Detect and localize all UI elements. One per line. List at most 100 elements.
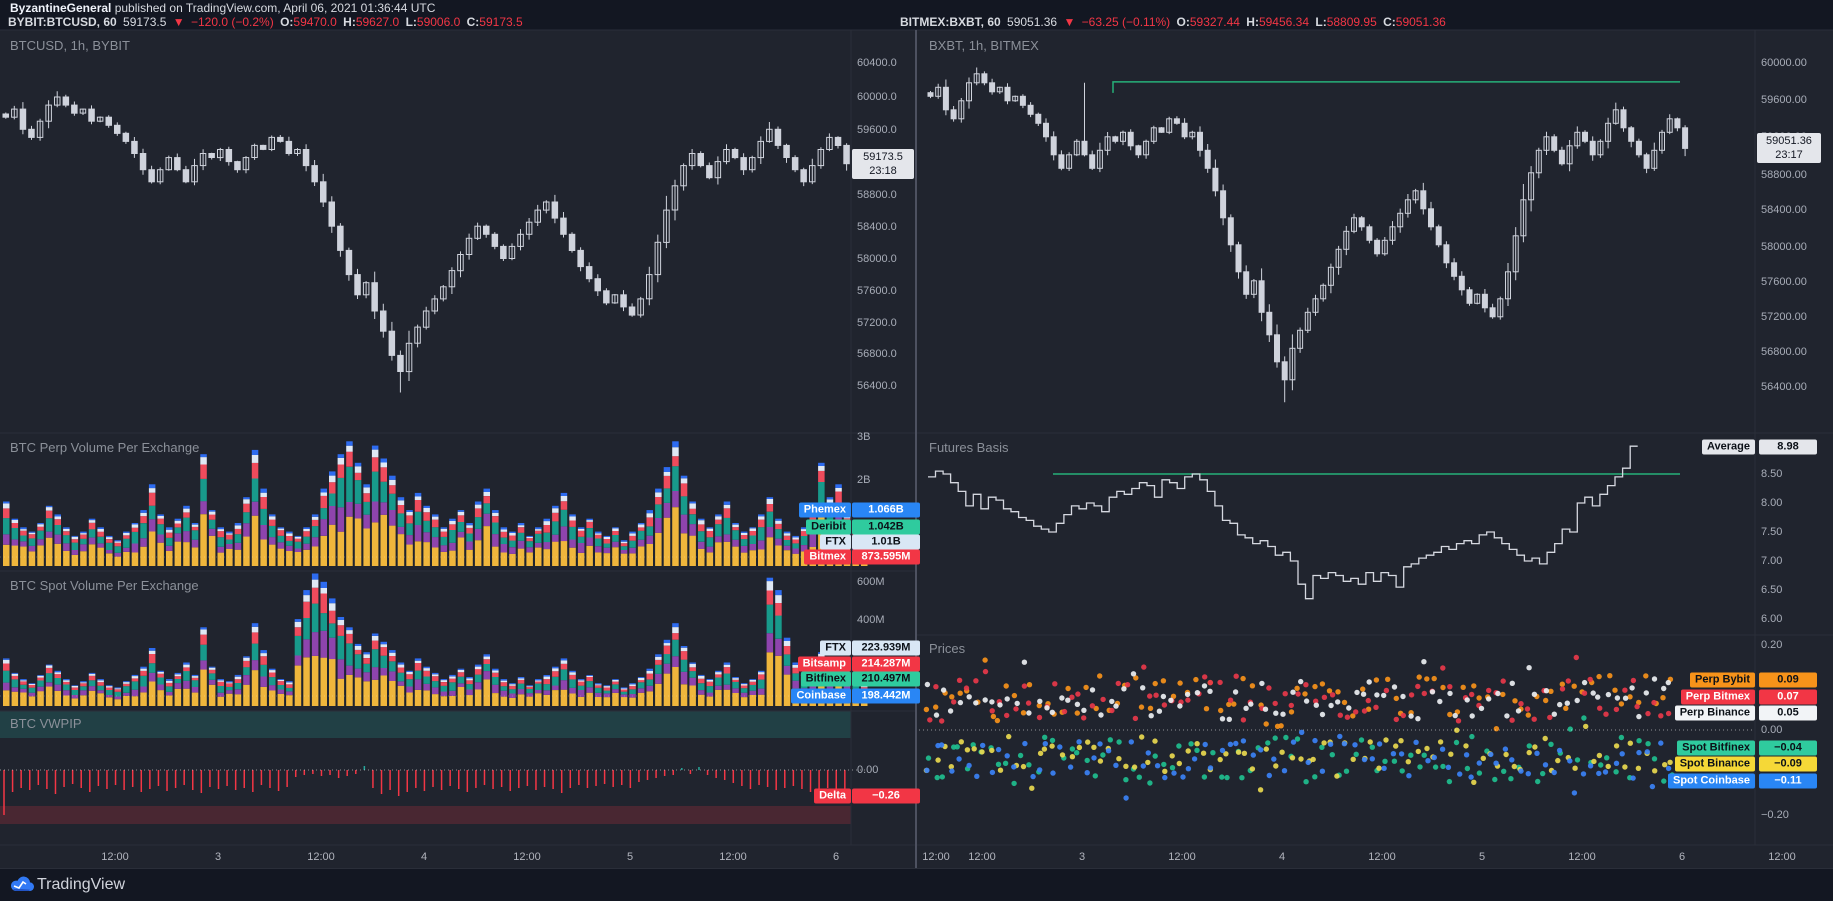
low-label: L: (1315, 15, 1326, 29)
open-label: O: (1177, 15, 1190, 29)
axis-label[interactable]: 400M (857, 614, 885, 626)
time-label[interactable]: 5 (627, 851, 633, 863)
charts-canvas[interactable] (0, 0, 1833, 901)
axis-label[interactable]: 58400.00 (1761, 204, 1807, 216)
low-value: 58809.95 (1327, 15, 1377, 29)
series-tag-ftx: FTX (820, 641, 851, 656)
time-label[interactable]: 12:00 (1768, 851, 1796, 863)
axis-label[interactable]: 59600.00 (1761, 94, 1807, 106)
time-label[interactable]: 12:00 (968, 851, 996, 863)
time-label[interactable]: 4 (421, 851, 427, 863)
down-arrow-icon: ▼ (1063, 15, 1075, 29)
series-tag-value: −0.11 (1759, 774, 1817, 789)
axis-label[interactable]: 57200.0 (857, 317, 897, 329)
series-tag-value: 1.01B (852, 535, 920, 550)
series-tag-value: 0.09 (1759, 673, 1817, 688)
axis-label[interactable]: 56800.0 (857, 348, 897, 360)
axis-label[interactable]: 8.50 (1761, 468, 1782, 480)
time-label[interactable]: 12:00 (1568, 851, 1596, 863)
axis-label[interactable]: 56400.0 (857, 380, 897, 392)
series-tag-delta: Delta (814, 789, 851, 804)
series-tag-coinbase: Coinbase (791, 689, 851, 704)
axis-label[interactable]: 56400.00 (1761, 381, 1807, 393)
last-price-tag: 59051.3623:17 (1757, 133, 1821, 163)
time-label[interactable]: 6 (833, 851, 839, 863)
last-price-tag: 59173.523:18 (852, 149, 914, 179)
axis-label[interactable]: 0.00 (857, 764, 878, 776)
time-label[interactable]: 12:00 (307, 851, 335, 863)
series-tag-value: 8.98 (1759, 440, 1817, 455)
axis-label[interactable]: −0.20 (1761, 809, 1789, 821)
time-label[interactable]: 6 (1679, 851, 1685, 863)
axis-label[interactable]: 2B (857, 474, 870, 486)
series-tag-value: −0.26 (852, 789, 920, 804)
axis-label[interactable]: 57600.0 (857, 285, 897, 297)
axis-label[interactable]: 60000.00 (1761, 57, 1807, 69)
low-value: 59006.0 (417, 15, 460, 29)
axis-label[interactable]: 58800.00 (1761, 169, 1807, 181)
series-tag-spot-binance: Spot Binance (1675, 757, 1755, 772)
price-change: −63.25 (−0.11%) (1082, 15, 1171, 29)
time-label[interactable]: 3 (1079, 851, 1085, 863)
tradingview-brand-text[interactable]: TradingView (37, 876, 125, 894)
axis-label[interactable]: 56800.00 (1761, 346, 1807, 358)
series-tag-value: 214.287M (852, 657, 920, 672)
right-symbol-info: BITMEX:BXBT, 60 59051.36 ▼ −63.25 (−0.11… (900, 15, 1449, 29)
series-tag-value: 0.07 (1759, 690, 1817, 705)
axis-label[interactable]: 600M (857, 576, 885, 588)
pane-title-vwpip: BTC VWPIP (10, 716, 82, 731)
axis-label[interactable]: 57600.00 (1761, 276, 1807, 288)
time-label[interactable]: 4 (1279, 851, 1285, 863)
time-label[interactable]: 12:00 (1168, 851, 1196, 863)
axis-label[interactable]: 58400.0 (857, 221, 897, 233)
axis-label[interactable]: 7.00 (1761, 555, 1782, 567)
axis-label[interactable]: 60400.0 (857, 57, 897, 69)
tradingview-logo-icon[interactable] (10, 876, 34, 894)
series-tag-value: 1.066B (852, 503, 920, 518)
axis-label[interactable]: 6.00 (1761, 613, 1782, 625)
axis-label[interactable]: 0.20 (1761, 639, 1782, 651)
time-label[interactable]: 5 (1479, 851, 1485, 863)
tradingview-snapshot: ByzantineGeneral published on TradingVie… (0, 0, 1833, 901)
footer-bar: TradingView (0, 869, 1833, 901)
series-tag-spot-bitfinex: Spot Bitfinex (1677, 741, 1755, 756)
high-value: 59627.0 (356, 15, 399, 29)
series-tag-perp-binance: Perp Binance (1675, 706, 1755, 721)
axis-label[interactable]: 7.50 (1761, 526, 1782, 538)
axis-label[interactable]: 6.50 (1761, 584, 1782, 596)
axis-label[interactable]: 58000.0 (857, 253, 897, 265)
axis-label[interactable]: 3B (857, 431, 870, 443)
axis-label[interactable]: 58800.0 (857, 189, 897, 201)
series-tag-value: 873.595M (852, 550, 920, 565)
publish-header: ByzantineGeneral published on TradingVie… (10, 1, 435, 15)
axis-label[interactable]: 59600.0 (857, 124, 897, 136)
axis-label[interactable]: 58000.00 (1761, 241, 1807, 253)
series-tag-value: 210.497M (852, 672, 920, 687)
pane-title-prices: Prices (929, 641, 965, 656)
series-tag-bitmex: Bitmex (804, 550, 851, 565)
open-value: 59470.0 (293, 15, 336, 29)
low-label: L: (406, 15, 417, 29)
left-symbol-info: BYBIT:BTCUSD, 60 59173.5 ▼ −120.0 (−0.2%… (8, 15, 526, 29)
time-label[interactable]: 12:00 (513, 851, 541, 863)
time-label[interactable]: 12:00 (922, 851, 950, 863)
axis-label[interactable]: 0.00 (1761, 724, 1782, 736)
time-label[interactable]: 12:00 (719, 851, 747, 863)
close-label: C: (467, 15, 480, 29)
series-tag-perp-bitmex: Perp Bitmex (1681, 690, 1755, 705)
axis-label[interactable]: 60000.0 (857, 91, 897, 103)
time-label[interactable]: 12:00 (101, 851, 129, 863)
symbol-header-row: BYBIT:BTCUSD, 60 59173.5 ▼ −120.0 (−0.2%… (0, 15, 1833, 31)
axis-label[interactable]: 57200.00 (1761, 311, 1807, 323)
high-label: H: (1246, 15, 1259, 29)
axis-label[interactable]: 8.00 (1761, 497, 1782, 509)
pane-title-left-chart: BTCUSD, 1h, BYBIT (10, 38, 130, 53)
close-label: C: (1383, 15, 1396, 29)
pane-title-spot-volume: BTC Spot Volume Per Exchange (10, 578, 199, 593)
price-change: −120.0 (−0.2%) (191, 15, 274, 29)
high-value: 59456.34 (1259, 15, 1309, 29)
time-label[interactable]: 3 (215, 851, 221, 863)
high-label: H: (343, 15, 356, 29)
series-tag-value: 223.939M (852, 641, 920, 656)
time-label[interactable]: 12:00 (1368, 851, 1396, 863)
